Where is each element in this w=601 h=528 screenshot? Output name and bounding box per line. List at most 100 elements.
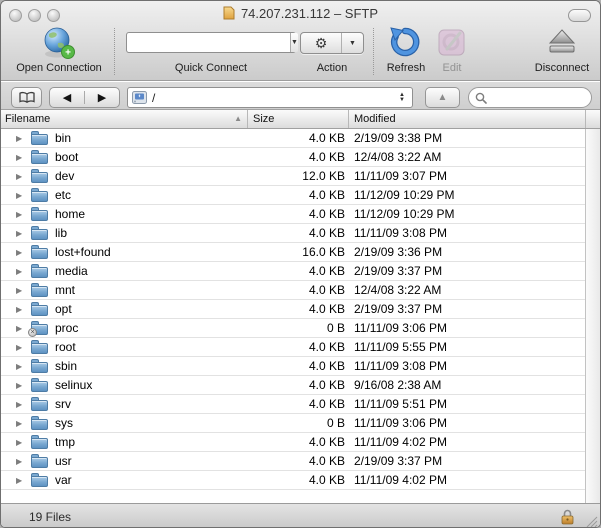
file-name: proc <box>55 321 78 335</box>
file-modified: 11/11/09 3:08 PM <box>349 226 587 240</box>
popup-stepper-icon: ▲ ▼ <box>396 93 408 103</box>
vertical-scrollbar[interactable] <box>585 129 600 503</box>
search-field[interactable] <box>468 87 592 108</box>
table-row[interactable]: ▶lost+found 16.0 KB 2/19/09 3:36 PM <box>1 243 587 262</box>
disclosure-triangle-icon[interactable]: ▶ <box>16 153 25 162</box>
table-row[interactable]: ▶etc 4.0 KB 11/12/09 10:29 PM <box>1 186 587 205</box>
refresh-icon[interactable] <box>390 27 420 58</box>
table-row[interactable]: ▶media 4.0 KB 2/19/09 3:37 PM <box>1 262 587 281</box>
table-row[interactable]: ▶var 4.0 KB 11/11/09 4:02 PM <box>1 471 587 490</box>
title-and-toolbar: 74.207.231.112 – SFTP + Open Connection … <box>1 1 600 81</box>
folder-icon <box>31 416 48 430</box>
column-header-modified[interactable]: Modified <box>349 110 586 128</box>
proxy-document-icon <box>223 6 235 20</box>
table-row[interactable]: ▶root 4.0 KB 11/11/09 5:55 PM <box>1 338 587 357</box>
search-input[interactable] <box>491 92 585 104</box>
table-row[interactable]: ▶boot 4.0 KB 12/4/08 3:22 AM <box>1 148 587 167</box>
disclosure-triangle-icon[interactable]: ▶ <box>16 419 25 428</box>
forward-arrow-icon: ▶ <box>98 91 106 104</box>
open-connection-button[interactable]: Open Connection <box>7 62 111 74</box>
gear-icon[interactable]: ⚙ <box>301 33 342 53</box>
table-row[interactable]: ▶usr 4.0 KB 2/19/09 3:37 PM <box>1 452 587 471</box>
action-label: Action <box>300 62 364 74</box>
toolbar-toggle-button[interactable] <box>568 9 591 22</box>
table-row[interactable]: ▶bin 4.0 KB 2/19/09 3:38 PM <box>1 129 587 148</box>
disclosure-triangle-icon[interactable]: ▶ <box>16 229 25 238</box>
folder-icon <box>31 359 48 373</box>
folder-icon <box>31 302 48 316</box>
file-modified: 9/16/08 2:38 AM <box>349 378 587 392</box>
table-row[interactable]: ▶lib 4.0 KB 11/11/09 3:08 PM <box>1 224 587 243</box>
disclosure-triangle-icon[interactable]: ▶ <box>16 134 25 143</box>
back-button[interactable]: ◀ <box>50 91 85 104</box>
table-row[interactable]: ▶dev 12.0 KB 11/11/09 3:07 PM <box>1 167 587 186</box>
table-row[interactable]: ▶sys 0 B 11/11/09 3:06 PM <box>1 414 587 433</box>
action-menu-button[interactable]: ⚙ ▼ <box>300 32 364 54</box>
table-row[interactable]: ▶home 4.0 KB 11/12/09 10:29 PM <box>1 205 587 224</box>
disclosure-triangle-icon[interactable]: ▶ <box>16 343 25 352</box>
disclosure-triangle-icon[interactable]: ▶ <box>16 286 25 295</box>
toolbar-separator <box>114 28 115 75</box>
table-row[interactable]: ▶sbin 4.0 KB 11/11/09 3:08 PM <box>1 357 587 376</box>
window-title-area: 74.207.231.112 – SFTP <box>1 5 600 21</box>
bookmarks-button[interactable] <box>11 87 42 108</box>
file-name: opt <box>55 302 72 316</box>
column-header-size[interactable]: Size <box>248 110 349 128</box>
file-modified: 2/19/09 3:38 PM <box>349 131 587 145</box>
quick-connect-dropdown-button[interactable]: ▼ <box>290 33 298 52</box>
disclosure-triangle-icon[interactable]: ▶ <box>16 210 25 219</box>
table-row[interactable]: ▶srv 4.0 KB 11/11/09 5:51 PM <box>1 395 587 414</box>
disclosure-triangle-icon[interactable]: ▶ <box>16 248 25 257</box>
quick-connect-input[interactable] <box>127 33 290 52</box>
quick-connect-combobox[interactable]: ▼ <box>126 32 296 53</box>
table-row[interactable]: ▶ selinux 4.0 KB 9/16/08 2:38 AM <box>1 376 587 395</box>
edit-button: Edit <box>434 62 470 74</box>
file-name: home <box>55 207 85 221</box>
file-size: 4.0 KB <box>248 264 349 278</box>
disclosure-triangle-icon[interactable]: ▶ <box>16 305 25 314</box>
forward-button[interactable]: ▶ <box>85 91 119 104</box>
refresh-button[interactable]: Refresh <box>375 62 437 74</box>
disclosure-triangle-icon[interactable]: ▶ <box>16 438 25 447</box>
back-arrow-icon: ◀ <box>63 91 71 104</box>
file-size: 4.0 KB <box>248 378 349 392</box>
file-size: 4.0 KB <box>248 435 349 449</box>
disclosure-triangle-icon[interactable]: ▶ <box>16 457 25 466</box>
folder-icon <box>31 245 48 259</box>
file-modified: 11/11/09 4:02 PM <box>349 473 587 487</box>
folder-icon <box>31 264 48 278</box>
up-arrow-icon: ▲ <box>438 92 448 103</box>
disclosure-triangle-icon[interactable]: ▶ <box>16 476 25 485</box>
folder-icon <box>31 131 48 145</box>
file-name: selinux <box>55 378 92 392</box>
disclosure-triangle-icon[interactable]: ▶ <box>16 172 25 181</box>
chevron-down-icon[interactable]: ▼ <box>342 33 363 53</box>
disconnect-eject-icon[interactable] <box>547 28 577 56</box>
table-row[interactable]: ▶mnt 4.0 KB 12/4/08 3:22 AM <box>1 281 587 300</box>
disclosure-triangle-icon[interactable]: ▶ <box>16 362 25 371</box>
file-size: 4.0 KB <box>248 454 349 468</box>
table-row[interactable]: ▶×proc 0 B 11/11/09 3:06 PM <box>1 319 587 338</box>
file-size: 0 B <box>248 416 349 430</box>
table-row[interactable]: ▶opt 4.0 KB 2/19/09 3:37 PM <box>1 300 587 319</box>
resize-grip[interactable] <box>585 515 598 528</box>
file-name: root <box>55 340 76 354</box>
disconnect-button[interactable]: Disconnect <box>526 62 598 74</box>
folder-icon <box>31 169 48 183</box>
table-header: Filename ▲ Size Modified <box>1 110 600 129</box>
disclosure-triangle-icon[interactable]: ▶ <box>16 267 25 276</box>
file-size: 4.0 KB <box>248 340 349 354</box>
path-popup-button[interactable]: / ▲ ▼ <box>127 87 413 108</box>
disclosure-triangle-icon[interactable]: ▶ <box>16 191 25 200</box>
file-modified: 11/12/09 10:29 PM <box>349 188 587 202</box>
disclosure-triangle-icon[interactable]: ▶ <box>16 324 25 333</box>
column-header-filename[interactable]: Filename ▲ <box>1 110 248 128</box>
folder-icon <box>31 473 48 487</box>
table-row[interactable]: ▶tmp 4.0 KB 11/11/09 4:02 PM <box>1 433 587 452</box>
go-up-button[interactable]: ▲ <box>425 87 460 108</box>
folder-icon <box>31 188 48 202</box>
folder-icon <box>31 397 48 411</box>
disclosure-triangle-icon[interactable]: ▶ <box>16 400 25 409</box>
open-connection-globe-icon[interactable]: + <box>41 26 77 60</box>
disclosure-triangle-icon[interactable]: ▶ <box>16 381 25 390</box>
